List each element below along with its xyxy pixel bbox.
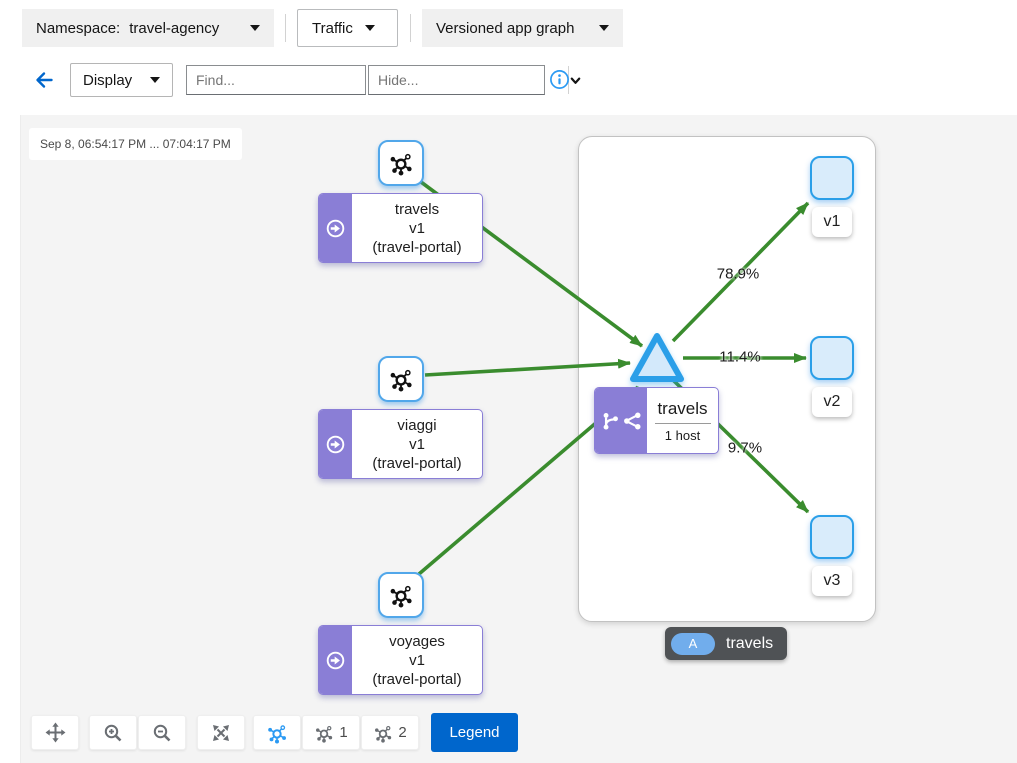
applications-icon [388, 150, 414, 176]
traffic-label: Traffic [312, 20, 353, 37]
app-name: voyages [389, 632, 445, 651]
label-badge-band [319, 626, 352, 694]
label-badge-band [319, 410, 352, 478]
toolbar-divider [410, 14, 411, 42]
hide-combobox [368, 65, 545, 95]
label-divider [655, 423, 711, 424]
arrow-left-icon [33, 69, 55, 91]
chevron-down-icon [569, 74, 582, 87]
service-label-text: travels 1 host [647, 388, 718, 453]
chevron-down-icon [365, 25, 375, 31]
graph-layout-default-button[interactable] [253, 715, 301, 750]
display-dropdown[interactable]: Display [70, 63, 173, 97]
node-viaggi-v1[interactable] [378, 356, 424, 402]
app-badge-icon: A [671, 633, 715, 655]
label-voyages-v1[interactable]: voyages v1 (travel-portal) [318, 625, 483, 695]
edge-label-v3: 9.7% [728, 440, 762, 457]
app-namespace: (travel-portal) [372, 238, 461, 257]
applications-icon [388, 582, 414, 608]
applications-icon [388, 366, 414, 392]
service-hosts: 1 host [665, 428, 700, 443]
back-button[interactable] [33, 69, 55, 94]
graph-info-button[interactable] [549, 69, 570, 93]
chevron-down-icon [599, 25, 609, 31]
node-version-v2[interactable] [810, 336, 854, 380]
label-text: viaggi v1 (travel-portal) [352, 410, 482, 478]
chevron-down-icon [250, 25, 260, 31]
graph-icon [314, 723, 334, 743]
app-name: travels [395, 200, 439, 219]
expand-arrows-icon [211, 723, 231, 743]
app-name: viaggi [397, 416, 436, 435]
legend-button[interactable]: Legend [431, 713, 518, 752]
node-version-v1[interactable] [810, 156, 854, 200]
group-badge-travels[interactable]: A travels [665, 627, 787, 660]
label-text: travels v1 (travel-portal) [352, 194, 482, 262]
group-badge-name: travels [726, 635, 773, 653]
hide-chevron-toggle[interactable] [568, 66, 582, 94]
graph-canvas[interactable]: Sep 8, 06:54:17 PM ... 07:04:17 PM [20, 115, 1017, 763]
node-travels-v1[interactable] [378, 140, 424, 186]
graph-layout-1-button[interactable]: 1 [302, 715, 360, 750]
traffic-source-icon [326, 435, 345, 454]
graph-icon [266, 722, 288, 744]
traffic-source-icon [326, 651, 345, 670]
edge-label-v1: 78.9% [717, 266, 760, 283]
find-combobox [186, 65, 366, 95]
zoom-out-button[interactable] [138, 715, 186, 750]
edge-label-v2: 11.4% [719, 349, 760, 366]
label-service-travels[interactable]: travels 1 host [594, 387, 719, 454]
service-name: travels [657, 399, 707, 419]
chevron-down-icon [150, 77, 160, 83]
pan-button[interactable] [31, 715, 79, 750]
label-travels-v1[interactable]: travels v1 (travel-portal) [318, 193, 483, 263]
service-node-travels[interactable] [627, 328, 687, 386]
info-icon [549, 69, 570, 90]
layout-number: 2 [398, 724, 406, 741]
traffic-dropdown[interactable]: Traffic [297, 9, 398, 47]
toolbar-divider [285, 14, 286, 42]
graph-type-dropdown[interactable]: Versioned app graph [422, 9, 623, 47]
graph-layout-2-button[interactable]: 2 [361, 715, 419, 750]
pan-icon [45, 722, 66, 743]
namespace-dropdown[interactable]: Namespace: travel-agency [22, 9, 274, 47]
zoom-in-icon [103, 723, 123, 743]
node-voyages-v1[interactable] [378, 572, 424, 618]
layout-number: 1 [339, 724, 347, 741]
zoom-in-button[interactable] [89, 715, 137, 750]
node-version-v3[interactable] [810, 515, 854, 559]
namespace-label: Namespace: [36, 20, 120, 37]
fit-to-screen-button[interactable] [197, 715, 245, 750]
app-namespace: (travel-portal) [372, 454, 461, 473]
traffic-source-icon [326, 219, 345, 238]
label-viaggi-v1[interactable]: viaggi v1 (travel-portal) [318, 409, 483, 479]
display-label: Display [83, 72, 132, 89]
graph-icon [373, 723, 393, 743]
app-namespace: (travel-portal) [372, 670, 461, 689]
namespace-value: travel-agency [129, 20, 219, 37]
hide-input[interactable] [369, 66, 568, 94]
label-v2[interactable]: v2 [812, 387, 852, 417]
graph-time-range: Sep 8, 06:54:17 PM ... 07:04:17 PM [29, 128, 242, 160]
label-v1[interactable]: v1 [812, 207, 852, 237]
label-v3[interactable]: v3 [812, 566, 852, 596]
find-input[interactable] [187, 66, 386, 94]
zoom-out-icon [152, 723, 172, 743]
service-badge-band [595, 388, 647, 453]
graph-type-label: Versioned app graph [436, 20, 574, 37]
share-alt-icon [623, 411, 642, 431]
label-text: voyages v1 (travel-portal) [352, 626, 482, 694]
app-version: v1 [409, 651, 425, 670]
label-badge-band [319, 194, 352, 262]
app-version: v1 [409, 435, 425, 454]
app-version: v1 [409, 219, 425, 238]
virtual-service-icon [601, 411, 620, 431]
top-toolbar: Namespace: travel-agency Traffic Version… [0, 0, 1017, 115]
